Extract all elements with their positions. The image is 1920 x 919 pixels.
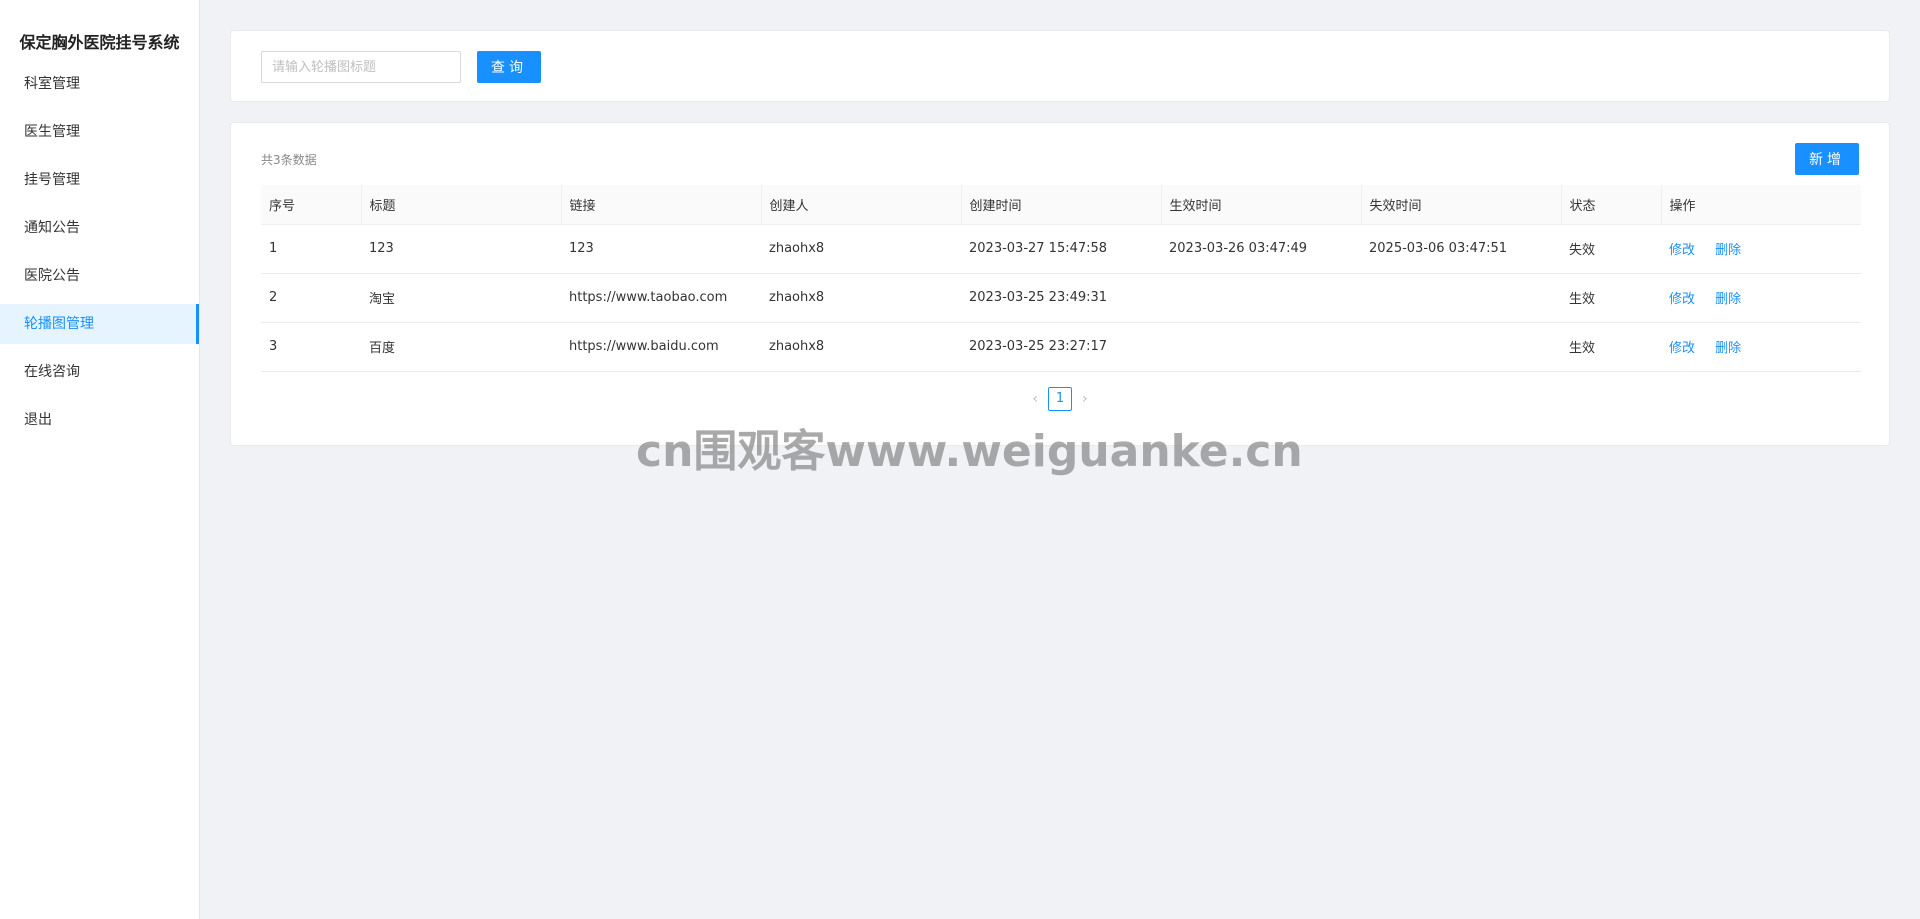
cell-created-time: 2023-03-25 23:27:17: [961, 322, 1161, 372]
column-header: 创建时间: [960, 185, 1161, 225]
sidebar-item-doctor[interactable]: 医生管理: [0, 112, 199, 152]
search-input[interactable]: [261, 51, 461, 83]
app-title: 保定胸外医院挂号系统: [19, 33, 180, 52]
cell-effective-time: [1161, 322, 1361, 372]
sidebar-item-carousel[interactable]: 轮播图管理: [0, 304, 199, 344]
cell-title: 123: [361, 224, 561, 274]
column-header: 标题: [360, 185, 561, 225]
column-header: 状态: [1560, 185, 1661, 225]
column-header: 生效时间: [1160, 185, 1361, 225]
page-number-current[interactable]: 1: [1048, 387, 1072, 411]
column-header: 链接: [560, 185, 761, 225]
column-header: 序号: [261, 185, 361, 225]
pagination: ‹ 1 ›: [231, 387, 1889, 411]
sidebar-menu: 科室管理 医生管理 挂号管理 通知公告 医院公告 轮播图管理 在线咨询 退出: [0, 64, 199, 440]
sidebar-item-notice[interactable]: 通知公告: [0, 208, 199, 248]
table-row: 1 123 123 zhaohx8 2023-03-27 15:47:58 20…: [261, 224, 1861, 274]
cell-expire-time: 2025-03-06 03:47:51: [1361, 224, 1561, 274]
prev-page-icon[interactable]: ‹: [1032, 391, 1038, 407]
table-row: 3 百度 https://www.baidu.com zhaohx8 2023-…: [261, 322, 1861, 372]
cell-index: 2: [261, 273, 361, 323]
cell-creator: zhaohx8: [761, 273, 961, 323]
cell-status: 失效: [1561, 224, 1661, 274]
cell-created-time: 2023-03-25 23:49:31: [961, 273, 1161, 323]
sidebar-item-online-consult[interactable]: 在线咨询: [0, 352, 199, 392]
cell-actions: 修改 删除: [1661, 322, 1861, 372]
edit-link[interactable]: 修改: [1669, 341, 1695, 356]
sidebar-item-logout[interactable]: 退出: [0, 400, 199, 440]
cell-link: https://www.baidu.com: [561, 322, 761, 372]
sidebar-item-department[interactable]: 科室管理: [0, 64, 199, 104]
column-header: 失效时间: [1360, 185, 1561, 225]
cell-index: 3: [261, 322, 361, 372]
cell-expire-time: [1361, 322, 1561, 372]
sidebar: 保定胸外医院挂号系统 科室管理 医生管理 挂号管理 通知公告 医院公告 轮播图管…: [0, 0, 200, 919]
cell-effective-time: 2023-03-26 03:47:49: [1161, 224, 1361, 274]
cell-index: 1: [261, 224, 361, 274]
delete-link[interactable]: 删除: [1715, 292, 1741, 307]
sidebar-item-hospital-announcement[interactable]: 医院公告: [0, 256, 199, 296]
delete-link[interactable]: 删除: [1715, 341, 1741, 356]
sidebar-item-registration[interactable]: 挂号管理: [0, 160, 199, 200]
search-card: 查询: [230, 30, 1890, 102]
cell-status: 生效: [1561, 273, 1661, 323]
cell-creator: zhaohx8: [761, 224, 961, 274]
cell-creator: zhaohx8: [761, 322, 961, 372]
cell-title: 淘宝: [361, 273, 561, 323]
table-row: 2 淘宝 https://www.taobao.com zhaohx8 2023…: [261, 273, 1861, 323]
cell-actions: 修改 删除: [1661, 273, 1861, 323]
cell-effective-time: [1161, 273, 1361, 323]
cell-actions: 修改 删除: [1661, 224, 1861, 274]
cell-link: 123: [561, 224, 761, 274]
cell-status: 生效: [1561, 322, 1661, 372]
next-page-icon[interactable]: ›: [1082, 391, 1088, 407]
edit-link[interactable]: 修改: [1669, 243, 1695, 258]
column-header: 操作: [1660, 185, 1861, 225]
edit-link[interactable]: 修改: [1669, 292, 1695, 307]
add-button[interactable]: 新增: [1795, 143, 1859, 175]
main-content: 查询 共3条数据 新增 序号 标题 链接 创建人 创建时间 生效时间 失效时间 …: [200, 0, 1920, 919]
cell-expire-time: [1361, 273, 1561, 323]
table-card: 共3条数据 新增 序号 标题 链接 创建人 创建时间 生效时间 失效时间 状态 …: [230, 122, 1890, 446]
cell-created-time: 2023-03-27 15:47:58: [961, 224, 1161, 274]
cell-link: https://www.taobao.com: [561, 273, 761, 323]
record-count: 共3条数据: [261, 153, 317, 167]
table-header-row: 序号 标题 链接 创建人 创建时间 生效时间 失效时间 状态 操作: [261, 185, 1861, 225]
search-button[interactable]: 查询: [477, 51, 541, 83]
cell-title: 百度: [361, 322, 561, 372]
delete-link[interactable]: 删除: [1715, 243, 1741, 258]
carousel-table: 序号 标题 链接 创建人 创建时间 生效时间 失效时间 状态 操作 1 123 …: [261, 185, 1861, 372]
column-header: 创建人: [760, 185, 961, 225]
